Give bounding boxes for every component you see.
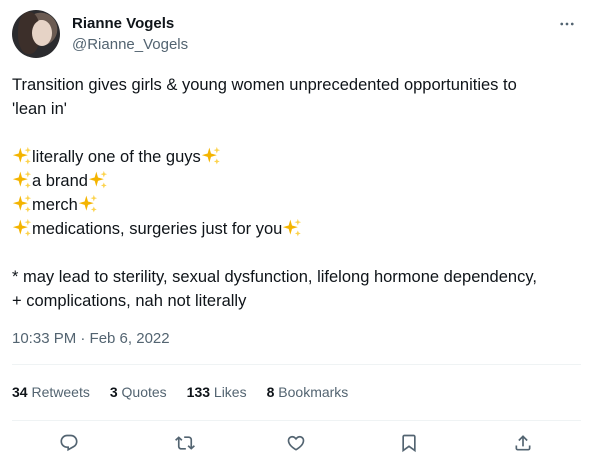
- sparkles-icon: [201, 146, 220, 165]
- author-handle[interactable]: @Rianne_Vogels: [72, 36, 188, 53]
- tweet-footnote: * may lead to sterility, sexual dysfunct…: [12, 268, 537, 286]
- bullet-text: a brand: [32, 172, 88, 190]
- divider: [12, 364, 581, 365]
- retweet-icon: [175, 436, 195, 450]
- retweet-button[interactable]: [170, 428, 200, 458]
- sparkles-icon: [12, 170, 32, 189]
- retweets-stat[interactable]: 34 Retweets: [12, 384, 90, 404]
- stat-count: 3: [109, 384, 118, 400]
- stat-count: 8: [266, 384, 275, 400]
- sparkles-icon: [12, 194, 32, 213]
- bullet-text: literally one of the guys: [32, 148, 201, 166]
- bookmark-button[interactable]: [394, 428, 424, 458]
- sparkles-icon: [78, 194, 98, 213]
- sparkles-icon: [12, 218, 32, 237]
- tweet-line: Transition gives girls & young women unp…: [12, 76, 517, 94]
- sparkles-icon: [283, 218, 302, 237]
- divider: [12, 420, 581, 421]
- reply-button[interactable]: [54, 428, 84, 458]
- sparkles-icon: [88, 170, 108, 189]
- stat-label: Quotes: [121, 384, 167, 400]
- bullet-text: merch: [32, 196, 78, 214]
- tweet-line: 'lean in': [12, 100, 67, 118]
- stat-label: Bookmarks: [278, 384, 349, 400]
- avatar[interactable]: [12, 10, 60, 58]
- more-dots-icon: [560, 22, 574, 26]
- stat-label: Likes: [213, 384, 247, 400]
- tweet-bullet: medications, surgeries just for you: [12, 217, 581, 241]
- share-icon: [515, 435, 531, 451]
- tweet-bullet: a brand: [12, 169, 581, 193]
- action-bar: [12, 428, 581, 458]
- stat-count: 34: [12, 384, 28, 400]
- tweet-footnote: + complications, nah not literally: [12, 292, 247, 310]
- tweet-timestamp[interactable]: 10:33 PM · Feb 6, 2022: [12, 330, 170, 347]
- tweet-text: Transition gives girls & young women unp…: [12, 73, 581, 313]
- more-options-button[interactable]: [557, 14, 577, 34]
- bookmark-icon: [402, 434, 416, 453]
- sparkles-icon: [12, 146, 32, 165]
- reply-icon: [60, 434, 78, 452]
- tweet-bullet: literally one of the guys: [12, 145, 581, 169]
- like-button[interactable]: [281, 428, 311, 458]
- engagement-stats: 34 Retweets 3 Quotes 133 Likes 8 Bookmar…: [12, 384, 348, 404]
- stat-label: Retweets: [31, 384, 90, 400]
- heart-icon: [287, 435, 305, 451]
- stat-count: 133: [186, 384, 211, 400]
- tweet-bullet: merch: [12, 193, 581, 217]
- quotes-stat[interactable]: 3 Quotes: [110, 384, 167, 404]
- author-display-name[interactable]: Rianne Vogels: [72, 15, 174, 32]
- bullet-text: medications, surgeries just for you: [32, 220, 283, 238]
- share-button[interactable]: [508, 428, 538, 458]
- tweet-header: Rianne Vogels @Rianne_Vogels: [12, 10, 581, 62]
- bookmarks-stat[interactable]: 8 Bookmarks: [267, 384, 349, 404]
- likes-stat[interactable]: 133 Likes: [187, 384, 247, 404]
